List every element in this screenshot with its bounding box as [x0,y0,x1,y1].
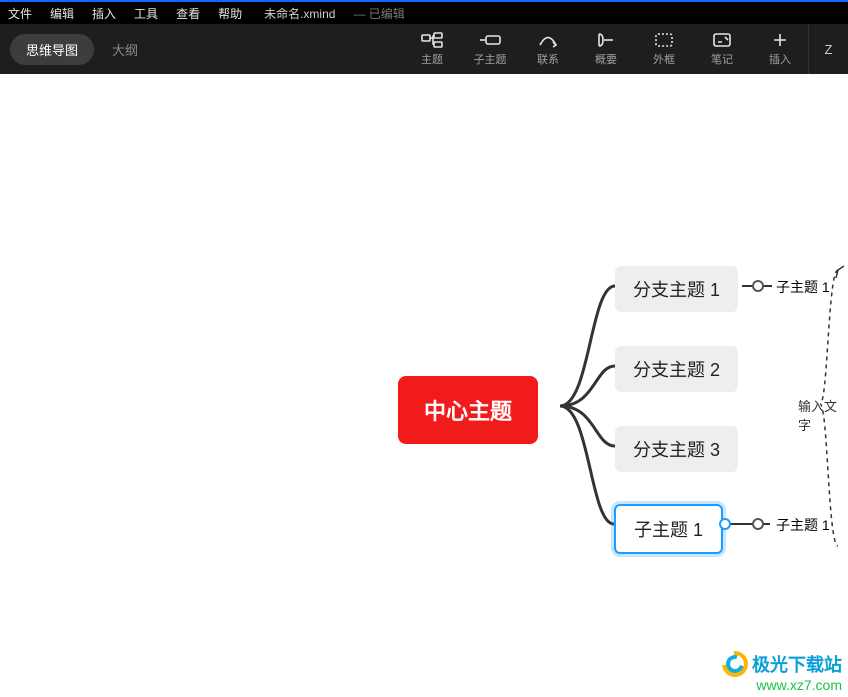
menu-insert[interactable]: 插入 [92,5,116,22]
view-outline-button[interactable]: 大纲 [112,40,138,59]
branch-topic-3[interactable]: 分支主题 3 [615,426,738,472]
menu-bar: 文件 编辑 插入 工具 查看 帮助 未命名.xmind — 已编辑 [0,2,848,24]
topic-label: 主题 [421,51,443,67]
expand-handle-branch4-outer[interactable] [719,518,731,530]
summary-placeholder-label[interactable]: 输入文字 [798,396,848,434]
menu-file[interactable]: 文件 [8,5,32,22]
summary-button[interactable]: 概要 [578,24,634,74]
note-button[interactable]: 笔记 [694,24,750,74]
relation-icon [537,31,559,49]
topic-button[interactable]: 主题 [404,24,460,74]
plus-icon [772,31,788,49]
expand-handle-branch4-inner[interactable] [752,518,764,530]
view-mindmap-button[interactable]: 思维导图 [10,34,94,65]
menu-edit[interactable]: 编辑 [50,5,74,22]
central-topic[interactable]: 中心主题 [398,376,538,444]
expand-handle-branch1[interactable] [752,280,764,292]
branch-topic-4-selected[interactable]: 子主题 1 [614,504,723,554]
topic-icon [421,31,443,49]
relation-button[interactable]: 联系 [520,24,576,74]
note-label: 笔记 [711,51,733,67]
menu-view[interactable]: 查看 [176,5,200,22]
toolbar: 思维导图 大纲 主题 子主题 [0,24,848,74]
summary-label: 概要 [595,51,617,67]
view-mode-switch: 思维导图 大纲 [0,24,148,74]
menu-tools[interactable]: 工具 [134,5,158,22]
subtopic-leaf-1[interactable]: 子主题 1 [776,277,830,297]
boundary-button[interactable]: 外框 [636,24,692,74]
mindmap-canvas[interactable]: 中心主题 分支主题 1 分支主题 2 分支主题 3 子主题 1 子主题 1 子主… [0,74,848,697]
toolbar-center-group: 主题 子主题 联系 [404,24,808,74]
zen-label: Z [825,42,833,57]
menu-help[interactable]: 帮助 [218,5,242,22]
subtopic-label: 子主题 [474,51,507,67]
document-filename: 未命名.xmind [264,5,335,22]
boundary-label: 外框 [653,51,675,67]
zen-mode-button[interactable]: Z [808,24,848,74]
insert-button[interactable]: 插入 [752,24,808,74]
relation-label: 联系 [537,51,559,67]
document-edited-state: — 已编辑 [353,5,404,22]
boundary-icon [654,31,674,49]
subtopic-leaf-2[interactable]: 子主题 1 [776,515,830,535]
insert-label: 插入 [769,51,791,67]
summary-icon [596,31,616,49]
subtopic-icon [479,31,501,49]
branch-topic-1[interactable]: 分支主题 1 [615,266,738,312]
branch-topic-2[interactable]: 分支主题 2 [615,346,738,392]
note-icon [712,31,732,49]
subtopic-button[interactable]: 子主题 [462,24,518,74]
